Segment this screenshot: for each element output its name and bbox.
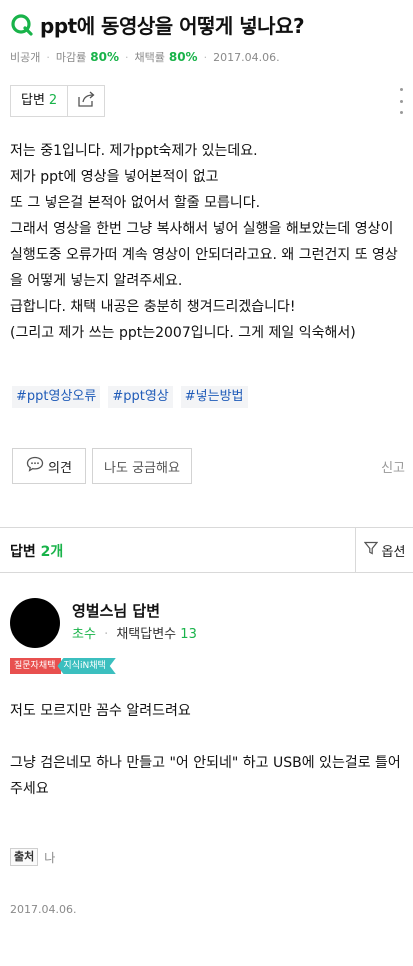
meta-separator: · <box>46 50 50 64</box>
filter-options-button[interactable]: 옵션 <box>355 528 413 572</box>
avatar[interactable] <box>10 598 60 648</box>
opinion-label: 의견 <box>48 460 72 476</box>
kin-adopt-badge: 지식iN채택 <box>57 658 115 674</box>
answer-source: 출처 나 <box>10 848 55 866</box>
tag-item[interactable]: #넣는방법 <box>180 386 248 408</box>
question-body-line: 또 그 넣은걸 본적아 없어서 할줄 모릅니다. <box>10 195 261 211</box>
answer-body-line <box>10 724 405 750</box>
question-title-row: ppt에 동영상을 어떻게 넣나요? <box>10 10 405 39</box>
answer-count-button[interactable]: 답변 2 <box>11 86 69 116</box>
question-date: 2017.04.06. <box>213 50 280 64</box>
answer-count-value: 2 <box>48 93 58 108</box>
answer-body-line: 저도 모르지만 꼼수 알려드려요 <box>10 703 191 719</box>
tag-item[interactable]: #ppt영상오류 <box>12 386 101 408</box>
question-q-icon <box>10 13 34 37</box>
answer-author-level: 초수 · 채택답변수 13 <box>72 623 197 642</box>
answer-count-label: 답변 <box>21 93 45 108</box>
question-body-line: 저는 중1입니다. 제가ppt숙제가 있는데요. <box>10 143 258 159</box>
question-body-line: (그리고 제가 쓰는 ppt는2007입니다. 그게 제일 익숙해서) <box>10 325 356 341</box>
adopt-badges: 질문자채택 지식iN채택 <box>10 658 116 674</box>
opinion-button[interactable]: 의견 <box>12 448 86 484</box>
question-body: 저는 중1입니다. 제가ppt숙제가 있는데요. 제가 ppt에 영상을 넣어본… <box>10 138 406 346</box>
answer-share-box: 답변 2 <box>10 85 106 117</box>
source-label: 출처 <box>10 848 39 866</box>
author-rank: 초수 <box>72 627 96 642</box>
filter-icon <box>363 541 382 559</box>
answers-count: 답변 2개 <box>10 541 63 561</box>
comment-icon <box>26 456 48 476</box>
filter-options-label: 옵션 <box>381 544 406 560</box>
question-title: ppt에 동영상을 어떻게 넣나요? <box>40 14 305 38</box>
adopt-count-label: 채택답변수 <box>116 627 177 642</box>
question-meta: 비공개 · 마감률 80% · 채택률 80% · 2017.04.06. <box>10 49 405 65</box>
question-header: ppt에 동영상을 어떻게 넣나요? 비공개 · 마감률 80% · 채택률 8… <box>10 10 405 65</box>
question-actions: 의견 나도 궁금해요 신고 <box>12 448 405 484</box>
visibility-label: 비공개 <box>10 51 41 64</box>
curious-button[interactable]: 나도 궁금해요 <box>92 448 192 484</box>
deadline-rate-value: 80% <box>90 50 119 64</box>
answers-count-value: 2개 <box>40 544 64 560</box>
answers-header: 답변 2개 옵션 <box>0 527 413 573</box>
tag-item[interactable]: #ppt영상 <box>108 386 173 408</box>
adopt-rate-value: 80% <box>168 50 198 64</box>
report-link[interactable]: 신고 <box>381 457 405 476</box>
meta-separator: · <box>124 50 129 64</box>
meta-separator: · <box>104 627 109 642</box>
more-options-icon[interactable] <box>397 88 405 114</box>
deadline-rate-label: 마감률 <box>55 51 87 64</box>
question-body-line: 급합니다. 채택 내공은 충분히 챙겨드리겠습니다! <box>10 299 296 315</box>
answer-date: 2017.04.06. <box>10 903 77 916</box>
answer-body-line: 그냥 검은네모 하나 만들고 "어 안되네" 하고 USB에 있는걸로 틀어주세… <box>10 755 401 797</box>
curious-label: 나도 궁금해요 <box>104 460 180 476</box>
share-button[interactable] <box>68 86 104 116</box>
answer-body: 저도 모르지만 꼼수 알려드려요 그냥 검은네모 하나 만들고 "어 안되네" … <box>10 698 405 802</box>
tag-list: #ppt영상오류 #ppt영상 #넣는방법 <box>12 386 248 408</box>
answer-author[interactable]: 영벌스님 답변 <box>72 600 160 621</box>
meta-separator: · <box>203 50 208 64</box>
questioner-adopt-badge: 질문자채택 <box>10 658 62 674</box>
share-icon <box>76 90 96 112</box>
source-value: 나 <box>44 850 56 865</box>
question-body-line: 그래서 영상을 한번 그냥 복사해서 넣어 실행을 해보았는데 영상이 실행도중… <box>10 221 398 289</box>
adopt-count-value: 13 <box>180 627 197 642</box>
answers-count-label: 답변 <box>10 544 36 560</box>
question-body-line: 제가 ppt에 영상을 넣어본적이 없고 <box>10 169 219 185</box>
adopt-rate-label: 채택률 <box>134 51 165 64</box>
